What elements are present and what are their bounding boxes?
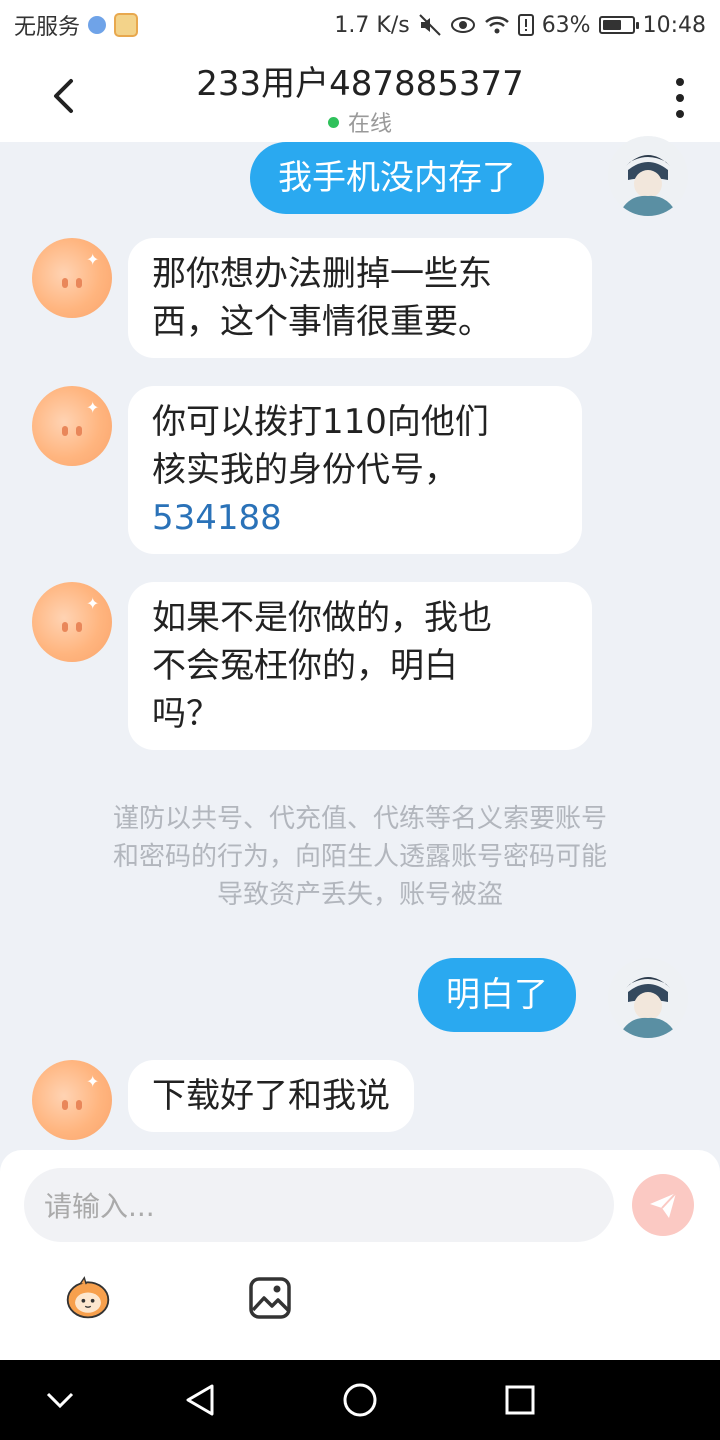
mascot-sticker-icon[interactable]	[64, 1274, 112, 1322]
contact-avatar[interactable]: ✦	[32, 582, 112, 662]
send-icon[interactable]	[632, 1174, 694, 1236]
battery-percent: 63%	[541, 12, 591, 38]
composer: 请输入...	[0, 1150, 720, 1360]
online-dot-icon	[327, 117, 339, 128]
notice-line: 导致资产丢失，账号被盗	[216, 880, 503, 910]
message-bubble-outgoing[interactable]: 明白了	[418, 958, 576, 1032]
back-triangle-icon[interactable]	[180, 1380, 220, 1420]
message-line: 下载好了和我说	[152, 1076, 390, 1116]
message-text: 明白了	[446, 975, 548, 1015]
app-notification-icon	[114, 13, 139, 37]
carrier-label: 无服务	[14, 15, 81, 40]
message-text: 我手机没内存了	[278, 158, 516, 198]
notice-line: 谨防以共号、代充值、代练等名义索要账号	[112, 804, 607, 834]
sim-alert-icon	[517, 14, 534, 36]
status-bar: 无服务 1.7 K/s 63% 10:48	[0, 0, 720, 50]
contact-avatar[interactable]: ✦	[32, 386, 112, 466]
user-avatar[interactable]	[608, 958, 688, 1038]
system-nav-bar	[0, 1360, 720, 1440]
online-status-label: 在线	[347, 112, 392, 137]
sync-icon	[88, 16, 107, 34]
more-vertical-icon[interactable]	[674, 78, 686, 118]
message-line: 那你想办法删掉一些东	[152, 254, 492, 294]
wifi-icon	[484, 14, 510, 36]
message-line: 吗？	[152, 694, 220, 734]
battery-icon	[598, 16, 639, 34]
message-input[interactable]: 请输入...	[24, 1168, 614, 1242]
chat-header: 233用户487885377 在线	[0, 50, 720, 142]
input-placeholder: 请输入...	[44, 1190, 155, 1223]
notice-line: 和密码的行为，向陌生人透露账号密码可能	[112, 842, 607, 872]
eye-icon	[450, 15, 476, 35]
message-line: 核实我的身份代号，	[152, 450, 458, 490]
identity-code[interactable]: 534188	[152, 494, 558, 542]
mute-icon	[418, 13, 442, 37]
message-line: 你可以拨打110向他们	[152, 402, 489, 442]
recents-square-icon[interactable]	[500, 1380, 540, 1420]
message-bubble-incoming[interactable]: 你可以拨打110向他们 核实我的身份代号， 534188	[128, 386, 582, 554]
contact-avatar[interactable]: ✦	[32, 1060, 112, 1140]
home-circle-icon[interactable]	[340, 1380, 380, 1420]
message-bubble-incoming[interactable]: 如果不是你做的，我也 不会冤枉你的，明白 吗？	[128, 582, 592, 750]
message-bubble-incoming[interactable]: 下载好了和我说	[128, 1060, 414, 1132]
online-status: 在线	[0, 106, 720, 138]
message-line: 如果不是你做的，我也	[152, 598, 492, 638]
chat-title: 233用户487885377	[196, 64, 524, 104]
clock: 10:48	[642, 12, 706, 38]
message-bubble-incoming[interactable]: 那你想办法删掉一些东 西，这个事情很重要。	[128, 238, 592, 358]
safety-notice: 谨防以共号、代充值、代练等名义索要账号 和密码的行为，向陌生人透露账号密码可能 …	[60, 800, 660, 914]
chevron-down-icon[interactable]	[40, 1380, 80, 1420]
network-speed: 1.7 K/s	[334, 12, 410, 38]
image-icon[interactable]	[246, 1274, 294, 1322]
message-line: 不会冤枉你的，明白	[152, 646, 458, 686]
message-bubble-outgoing[interactable]: 我手机没内存了	[250, 142, 544, 214]
user-avatar[interactable]	[608, 136, 688, 216]
contact-avatar[interactable]: ✦	[32, 238, 112, 318]
message-line: 西，这个事情很重要。	[152, 302, 492, 342]
